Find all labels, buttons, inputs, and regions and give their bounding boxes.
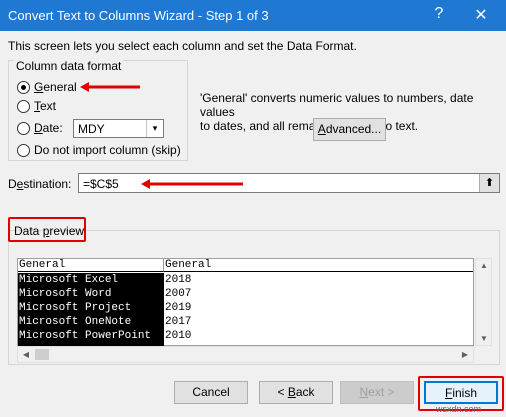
horizontal-scrollbar[interactable]: ◀ ▶ xyxy=(17,346,474,363)
column-header-2[interactable]: General xyxy=(164,259,473,272)
destination-label: Destination: xyxy=(8,177,72,191)
intro-text: This screen lets you select each column … xyxy=(8,39,357,53)
scroll-down-icon[interactable]: ▼ xyxy=(476,334,492,343)
preview-cell: Microsoft OneNote xyxy=(19,316,132,328)
preview-cell: Microsoft Excel xyxy=(19,274,119,286)
scroll-right-icon[interactable]: ▶ xyxy=(457,350,473,359)
next-button[interactable]: Next > xyxy=(340,381,414,404)
watermark: wsxdn.com xyxy=(436,404,482,414)
date-format-value: MDY xyxy=(78,122,105,136)
title-bar: Convert Text to Columns Wizard - Step 1 … xyxy=(0,0,506,31)
radio-skip-label: Do not import column (skip) xyxy=(34,143,181,157)
radio-skip[interactable]: Do not import column (skip) xyxy=(17,142,181,158)
format-description-line1: 'General' converts numeric values to num… xyxy=(200,91,474,119)
scroll-up-icon[interactable]: ▲ xyxy=(476,261,492,270)
column-data-format-label: Column data format xyxy=(14,59,124,73)
advanced-button[interactable]: Advanced... xyxy=(313,118,386,141)
close-icon[interactable]: ✕ xyxy=(472,5,490,25)
radio-general-label: General xyxy=(34,80,77,94)
arrow-destination-annotation xyxy=(141,179,243,189)
radio-text[interactable]: Text xyxy=(17,98,56,114)
data-preview-highlight xyxy=(8,217,86,242)
vertical-scrollbar[interactable]: ▲ ▼ xyxy=(475,258,492,346)
preview-cell: Microsoft Word xyxy=(19,288,112,300)
arrow-general-annotation xyxy=(80,82,140,92)
preview-cell: Microsoft Project xyxy=(19,302,132,314)
collapse-dialog-icon[interactable]: ⬆ xyxy=(479,174,499,192)
radio-skip-indicator[interactable] xyxy=(17,143,30,157)
radio-general-indicator[interactable] xyxy=(17,80,30,94)
radio-text-label: Text xyxy=(34,99,57,113)
help-icon[interactable]: ? xyxy=(431,5,447,23)
radio-date-indicator[interactable] xyxy=(17,121,30,135)
window-title: Convert Text to Columns Wizard - Step 1 … xyxy=(8,8,269,23)
preview-cell: 2010 xyxy=(165,330,192,342)
radio-date-label: Date: xyxy=(34,121,63,135)
preview-cell: 2019 xyxy=(165,302,192,314)
radio-general[interactable]: General xyxy=(17,79,77,95)
preview-cell: 2007 xyxy=(165,288,192,300)
preview-cell: Microsoft PowerPoint xyxy=(19,330,152,342)
radio-text-indicator[interactable] xyxy=(17,99,30,113)
scroll-thumb[interactable] xyxy=(35,349,49,360)
preview-cell: 2017 xyxy=(165,316,192,328)
scroll-left-icon[interactable]: ◀ xyxy=(18,350,34,359)
destination-value: =$C$5 xyxy=(83,177,119,191)
column-header-1[interactable]: General xyxy=(18,259,164,272)
date-format-select[interactable]: MDY ▾ xyxy=(73,119,164,138)
chevron-down-icon[interactable]: ▾ xyxy=(146,120,163,137)
preview-grid[interactable]: General General Microsoft Excel 2018 Mic… xyxy=(17,258,474,346)
preview-cell: 2018 xyxy=(165,274,192,286)
cancel-button[interactable]: Cancel xyxy=(174,381,248,404)
back-button[interactable]: < Back xyxy=(259,381,333,404)
radio-date[interactable]: Date: xyxy=(17,120,63,136)
